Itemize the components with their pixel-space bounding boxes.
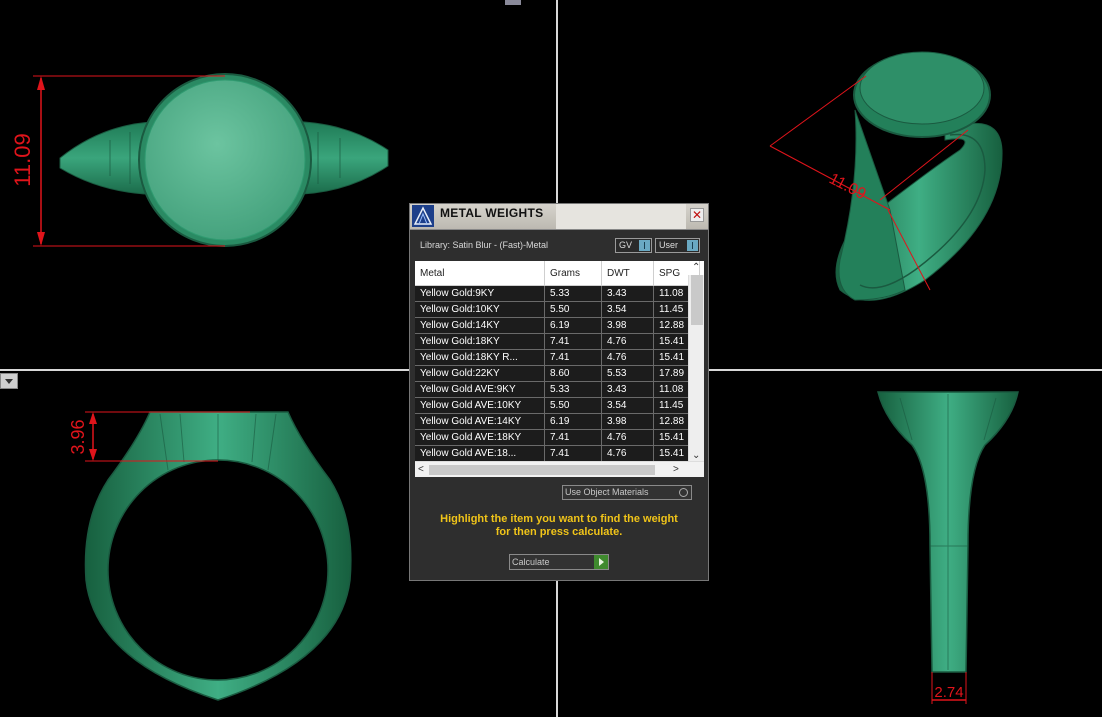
gv-toggle[interactable]: GV <box>615 238 652 253</box>
cell-dwt: 3.98 <box>601 317 654 334</box>
cell-dwt: 3.43 <box>601 381 654 398</box>
table-row[interactable]: Yellow Gold:22KY 8.60 5.53 17.89 <box>415 365 700 382</box>
table-row[interactable]: Yellow Gold:14KY 6.19 3.98 12.88 <box>415 317 700 334</box>
column-header-grams[interactable]: Grams <box>544 261 602 286</box>
metal-table[interactable]: Metal Grams DWT SPG Yellow Gold:9KY 5.33 3… <box>415 261 704 477</box>
cell-metal: Yellow Gold:10KY <box>415 301 545 318</box>
table-row[interactable]: Yellow Gold AVE:9KY 5.33 3.43 11.08 <box>415 381 700 398</box>
cell-metal: Yellow Gold:18KY <box>415 333 545 350</box>
cell-metal: Yellow Gold AVE:18KY <box>415 429 545 446</box>
column-header-dwt[interactable]: DWT <box>601 261 654 286</box>
cell-grams: 7.41 <box>544 445 602 462</box>
cell-grams: 6.19 <box>544 317 602 334</box>
table-row[interactable]: Yellow Gold AVE:18KY 7.41 4.76 15.41 <box>415 429 700 446</box>
cell-dwt: 3.43 <box>601 285 654 302</box>
library-label: Library: Satin Blur - (Fast)-Metal <box>420 240 549 250</box>
scroll-down-icon[interactable]: ⌄ <box>692 451 700 461</box>
calculate-label: Calculate <box>512 557 550 567</box>
play-arrow-icon <box>594 555 608 569</box>
cell-metal: Yellow Gold:22KY <box>415 365 545 382</box>
table-row[interactable]: Yellow Gold:18KY 7.41 4.76 15.41 <box>415 333 700 350</box>
table-row[interactable]: Yellow Gold:18KY R... 7.41 4.76 15.41 <box>415 349 700 366</box>
viewport-menu-icon[interactable] <box>0 373 18 389</box>
instruction-line-2: for then press calculate. <box>495 526 623 538</box>
app-logo-icon <box>412 205 434 227</box>
scroll-left-icon[interactable]: < <box>418 465 424 475</box>
gv-toggle-label: GV <box>619 240 633 250</box>
cell-dwt: 3.54 <box>601 301 654 318</box>
instruction-text: Highlight the item you want to find the … <box>410 513 708 539</box>
table-row[interactable]: Yellow Gold AVE:10KY 5.50 3.54 11.45 <box>415 397 700 414</box>
user-toggle-label: User <box>659 240 679 250</box>
table-row[interactable]: Yellow Gold AVE:18... 7.41 4.76 15.41 <box>415 445 700 462</box>
cell-grams: 7.41 <box>544 333 602 350</box>
dimension-side-label: 2.74 <box>934 684 963 701</box>
table-row[interactable]: Yellow Gold:9KY 5.33 3.43 11.08 <box>415 285 700 302</box>
cell-grams: 5.50 <box>544 397 602 414</box>
cell-grams: 7.41 <box>544 349 602 366</box>
use-object-materials-label: Use Object Materials <box>565 487 649 497</box>
cell-metal: Yellow Gold AVE:10KY <box>415 397 545 414</box>
cell-metal: Yellow Gold AVE:9KY <box>415 381 545 398</box>
cell-dwt: 4.76 <box>601 333 654 350</box>
instruction-line-1: Highlight the item you want to find the … <box>440 513 678 525</box>
scroll-up-icon[interactable]: ⌃ <box>692 263 700 273</box>
ring-front-view <box>84 411 352 701</box>
cell-dwt: 4.76 <box>601 445 654 462</box>
cell-grams: 6.19 <box>544 413 602 430</box>
use-object-materials-option[interactable]: Use Object Materials <box>562 485 692 500</box>
ring-side-view <box>877 391 1019 673</box>
cell-grams: 7.41 <box>544 429 602 446</box>
cell-metal: Yellow Gold:9KY <box>415 285 545 302</box>
gv-toggle-switch-icon <box>639 240 650 251</box>
metal-weights-dialog: METAL WEIGHTS ✕ Library: Satin Blur - (F… <box>409 203 709 581</box>
radio-icon[interactable] <box>679 488 688 497</box>
scroll-right-icon[interactable]: > <box>673 465 679 475</box>
cell-dwt: 3.98 <box>601 413 654 430</box>
table-row[interactable]: Yellow Gold AVE:14KY 6.19 3.98 12.88 <box>415 413 700 430</box>
dimension-front-label: 3.96 <box>68 419 88 454</box>
cell-grams: 5.50 <box>544 301 602 318</box>
cell-grams: 5.33 <box>544 381 602 398</box>
dimension-top-label: 11.09 <box>10 133 35 186</box>
table-horizontal-scroll-thumb[interactable] <box>429 465 655 475</box>
column-header-metal[interactable]: Metal <box>415 261 545 286</box>
cell-dwt: 3.54 <box>601 397 654 414</box>
cell-grams: 8.60 <box>544 365 602 382</box>
close-button[interactable]: ✕ <box>690 208 704 222</box>
ring-perspective-view <box>835 51 1003 301</box>
table-horizontal-scrollbar[interactable]: < > <box>415 461 704 477</box>
calculate-button[interactable]: Calculate <box>509 554 609 570</box>
cell-dwt: 4.76 <box>601 349 654 366</box>
cell-metal: Yellow Gold:18KY R... <box>415 349 545 366</box>
cell-grams: 5.33 <box>544 285 602 302</box>
user-toggle-switch-icon <box>687 240 698 251</box>
viewport-top-marker-icon[interactable] <box>505 0 521 5</box>
cell-metal: Yellow Gold AVE:14KY <box>415 413 545 430</box>
close-icon: ✕ <box>691 208 703 222</box>
cell-metal: Yellow Gold AVE:18... <box>415 445 545 462</box>
ring-top-view <box>59 73 389 247</box>
table-row[interactable]: Yellow Gold:10KY 5.50 3.54 11.45 <box>415 301 700 318</box>
dialog-title: METAL WEIGHTS <box>440 206 544 220</box>
titlebar-fill <box>556 204 686 229</box>
table-header-row: Metal Grams DWT SPG <box>415 261 700 286</box>
cell-metal: Yellow Gold:14KY <box>415 317 545 334</box>
dialog-titlebar[interactable]: METAL WEIGHTS ✕ <box>410 204 708 230</box>
cell-dwt: 4.76 <box>601 429 654 446</box>
cell-dwt: 5.53 <box>601 365 654 382</box>
table-vertical-scroll-thumb[interactable] <box>691 275 703 325</box>
user-toggle[interactable]: User <box>655 238 700 253</box>
